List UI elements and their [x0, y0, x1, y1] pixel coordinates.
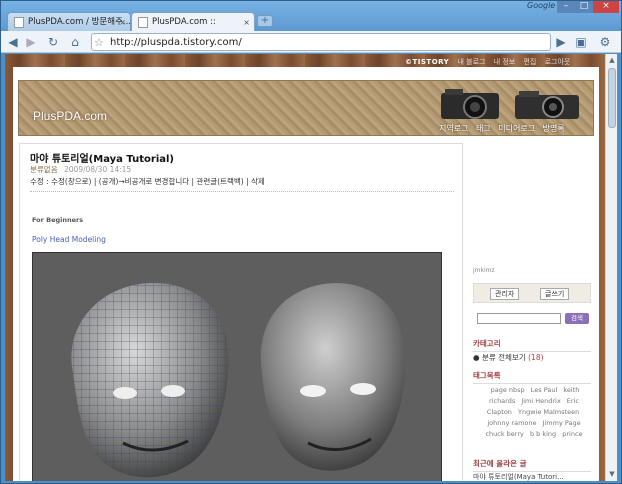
divider	[30, 191, 454, 192]
category-all-item[interactable]: ● 분류 전체보기 (18)	[473, 352, 544, 363]
write-button[interactable]: 글쓰기	[540, 288, 570, 300]
tag-item[interactable]: Les Paul	[531, 386, 558, 394]
user-id: jmkimz	[473, 267, 495, 274]
tistory-logo: ©TISTORY	[405, 58, 450, 66]
sidebar-search-input[interactable]	[477, 313, 561, 324]
browser-window: PlusPDA.com / 방문해주... × PlusPDA.com :: ×…	[0, 0, 622, 484]
address-bar[interactable]: ☆ http://pluspda.tistory.com/	[91, 33, 551, 51]
tag-item[interactable]: johnny ramone	[487, 419, 536, 427]
scroll-down-icon[interactable]: ▼	[607, 469, 617, 479]
admin-button-label: 관리자	[495, 290, 515, 298]
blog-title[interactable]: PlusPDA.com	[33, 109, 107, 123]
tag-heading: 태그목록	[473, 370, 591, 384]
scroll-thumb[interactable]	[608, 68, 616, 128]
tag-item[interactable]: prince	[562, 430, 582, 438]
tistory-link-myinfo[interactable]: 내 정보	[494, 58, 516, 66]
nav-tag[interactable]: 태그	[476, 124, 491, 133]
tutorial-link[interactable]: Poly Head Modeling	[32, 235, 106, 244]
category-bullet-icon: ●	[473, 353, 480, 362]
tutorial-render-image	[32, 252, 442, 481]
category-count: (18)	[528, 353, 544, 362]
nav-localog[interactable]: 지역로그	[439, 124, 468, 133]
nav-guestbook[interactable]: 방명록	[543, 124, 565, 133]
section-label: For Beginners	[32, 216, 84, 224]
tag-item[interactable]: Yngwie Malmsteen	[518, 408, 579, 416]
go-arrow-icon[interactable]: ▶	[553, 34, 569, 50]
admin-button-row: 관리자 글쓰기	[473, 283, 591, 303]
tab-close-icon[interactable]: ×	[119, 13, 126, 31]
page-favicon-icon	[138, 17, 148, 28]
tistory-link-logout[interactable]: 로그아웃	[545, 58, 571, 66]
category-all-label: 분류 전체보기	[481, 353, 526, 362]
tag-item[interactable]: Jimmy Page	[543, 419, 581, 427]
reload-icon[interactable]: ↻	[45, 34, 61, 50]
home-icon[interactable]: ⌂	[67, 34, 83, 50]
category-heading: 카테고리	[473, 338, 591, 352]
page-viewport: ©TISTORY 내 블로그 내 정보 편집 로그아웃 PlusPDA.com	[5, 54, 617, 481]
tab-blog-admin[interactable]: PlusPDA.com / 방문해주... ×	[7, 12, 131, 31]
page-favicon-icon	[14, 17, 24, 28]
post-date: 2009/08/30 14:15	[64, 165, 132, 174]
bookmark-star-icon[interactable]: ☆	[94, 34, 104, 51]
nav-medialog[interactable]: 미디어로그	[498, 124, 535, 133]
sidebar-search-button[interactable]: 검색	[565, 313, 589, 324]
tag-item[interactable]: chuck berry	[485, 430, 523, 438]
post-title[interactable]: 마야 튜토리얼(Maya Tutorial)	[30, 150, 174, 165]
page-menu-icon[interactable]: ▣	[573, 34, 589, 50]
tistory-link-myblog[interactable]: 내 블로그	[457, 58, 485, 66]
minimize-button[interactable]: –	[557, 1, 575, 13]
post-admin-actions[interactable]: 수정 : 수정(창으로) | (공개)→비공개로 변경합니다 | 관련글(트랙백…	[30, 176, 265, 187]
sidebar: jmkimz 관리자 글쓰기 검색 카테고리 ● 분류 전체보기 (18) 태그…	[473, 143, 593, 481]
blog-post: 마야 튜토리얼(Maya Tutorial) 분류없음 2009/08/30 1…	[19, 143, 463, 481]
new-tab-button[interactable]: +	[257, 15, 273, 27]
tag-item[interactable]: b b king	[530, 430, 556, 438]
admin-button[interactable]: 관리자	[490, 288, 520, 300]
blog-header: PlusPDA.com 지역로그 태그 미디어로그 방명록	[18, 80, 594, 136]
blog-page: PlusPDA.com 지역로그 태그 미디어로그 방명록 마야 튜토리얼(Ma…	[13, 67, 599, 481]
scroll-up-icon[interactable]: ▲	[607, 55, 617, 65]
maximize-button[interactable]: □	[575, 1, 593, 13]
recent-post-item[interactable]: 마야 튜토리얼(Maya Tutori...	[473, 472, 564, 481]
tab-pluspda[interactable]: PlusPDA.com :: ×	[131, 12, 255, 31]
tag-item[interactable]: Jimi Hendrix	[521, 397, 560, 405]
camera-illustration	[441, 89, 579, 119]
post-meta: 분류없음 2009/08/30 14:15	[30, 164, 131, 175]
tab-title: PlusPDA.com / 방문해주...	[28, 17, 131, 27]
url-text: http://pluspda.tistory.com/	[110, 37, 242, 48]
tistory-link-edit[interactable]: 편집	[523, 58, 536, 66]
write-button-label: 글쓰기	[545, 290, 565, 298]
back-icon[interactable]: ◀	[5, 34, 21, 50]
post-category[interactable]: 분류없음	[30, 165, 58, 174]
vertical-scrollbar[interactable]: ▲ ▼	[605, 54, 617, 481]
blog-nav: 지역로그 태그 미디어로그 방명록	[439, 123, 570, 134]
forward-icon[interactable]: ▶	[23, 34, 39, 50]
tab-strip: PlusPDA.com / 방문해주... × PlusPDA.com :: ×…	[1, 1, 621, 31]
tab-close-icon[interactable]: ×	[243, 13, 250, 31]
recent-posts-heading: 최근에 올라온 글	[473, 458, 591, 472]
browser-toolbar: ◀ ▶ ↻ ⌂ ☆ http://pluspda.tistory.com/ ▶ …	[1, 31, 621, 53]
tag-item[interactable]: page nbsp	[491, 386, 525, 394]
profile-label: Google	[527, 1, 556, 10]
close-window-button[interactable]: ×	[593, 1, 619, 13]
wrench-icon[interactable]: ⚙	[597, 34, 613, 50]
tab-title: PlusPDA.com ::	[152, 17, 216, 27]
tag-cloud: page nbsp Les Paul keith richards Jimi H…	[477, 385, 591, 440]
